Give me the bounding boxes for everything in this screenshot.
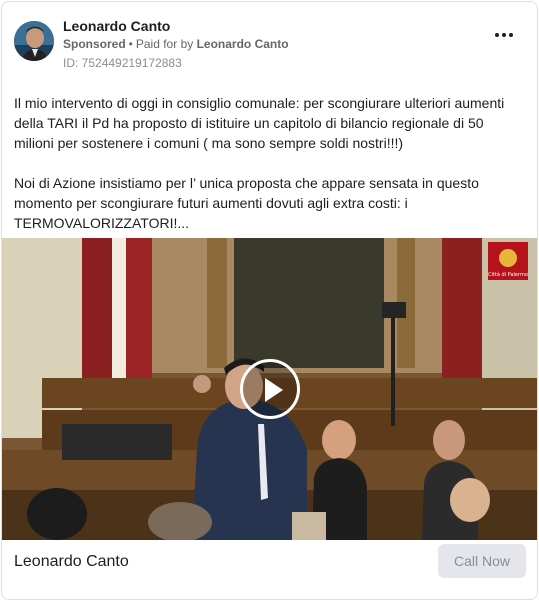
city-logo-caption: Città di Palermo bbox=[488, 271, 528, 278]
sponsored-label: Sponsored bbox=[63, 37, 126, 51]
video-player[interactable]: Città di Palermo bbox=[2, 238, 537, 540]
post-paragraph-2: Noi di Azione insistiamo per l’ unica pr… bbox=[14, 175, 479, 231]
advertiser-avatar[interactable] bbox=[14, 21, 54, 61]
call-now-button[interactable]: Call Now bbox=[438, 544, 526, 578]
post-text: Il mio intervento di oggi in consiglio c… bbox=[14, 93, 524, 253]
post-paragraph-1: Il mio intervento di oggi in consiglio c… bbox=[14, 95, 505, 151]
sponsored-line: Sponsored • Paid for by Leonardo Canto bbox=[63, 37, 289, 51]
ad-card: Leonardo Canto Sponsored • Paid for by Leo… bbox=[1, 1, 538, 600]
post-header: Leonardo Canto Sponsored • Paid for by Leo… bbox=[2, 2, 537, 82]
play-icon[interactable] bbox=[240, 359, 300, 419]
more-options-icon[interactable] bbox=[495, 29, 515, 41]
paid-for-prefix: Paid for by bbox=[135, 37, 194, 51]
ad-footer: Leonardo Canto Call Now bbox=[2, 540, 537, 599]
paid-for-name: Leonardo Canto bbox=[196, 37, 289, 51]
ad-id: ID: 752449219172883 bbox=[63, 56, 182, 70]
footer-page-name[interactable]: Leonardo Canto bbox=[14, 553, 129, 571]
advertiser-name[interactable]: Leonardo Canto bbox=[63, 18, 170, 34]
separator-dot: • bbox=[128, 37, 133, 51]
